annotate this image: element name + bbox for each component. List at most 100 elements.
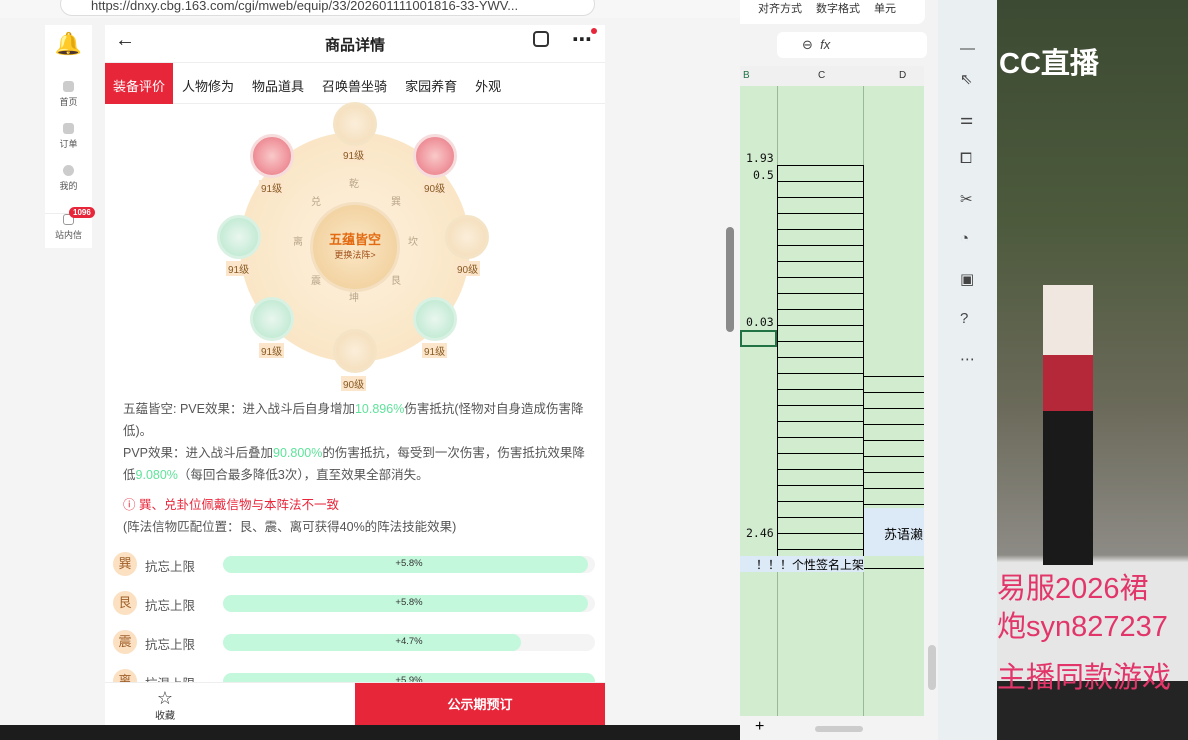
- nav-orders[interactable]: 订单: [45, 123, 92, 150]
- add-sheet-icon[interactable]: +: [755, 718, 764, 736]
- formula-bar[interactable]: ⊖ fx: [777, 32, 927, 58]
- desc-text: PVP效果：进入战斗后叠加: [123, 446, 274, 460]
- more-icon[interactable]: ⋯: [572, 27, 592, 52]
- share-icon[interactable]: [533, 31, 549, 47]
- favorite-label: 收藏: [155, 711, 175, 722]
- scrollbar-thumb[interactable]: [726, 227, 734, 332]
- ribbon: 对齐方式 数字格式 单元: [740, 0, 925, 24]
- formation-center-button[interactable]: 五蕴皆空 更换法阵>: [310, 202, 400, 292]
- logo-icon: 🔔: [54, 31, 83, 56]
- bonus-row: 震 抗忘上限 +4.7%: [113, 630, 595, 654]
- warning-message: 巽、兑卦位佩戴信物与本阵法不一致: [138, 498, 339, 512]
- preorder-button[interactable]: 公示期预订: [355, 683, 605, 725]
- book-icon[interactable]: ▣: [960, 270, 974, 288]
- banner-cell[interactable]: 个性签名上架！！！: [740, 556, 864, 572]
- sheet-grid[interactable]: 苏语濑 1.93 0.5 0.03 2.46 个性签名上架！！！: [740, 86, 924, 716]
- hscroll-thumb[interactable]: [815, 726, 863, 732]
- stream-logo: CC直播: [999, 48, 1099, 80]
- trigram: 艮: [391, 276, 401, 287]
- sheet-scrollbar[interactable]: [928, 90, 936, 690]
- scrollbar-thumb[interactable]: [928, 645, 936, 690]
- desc-value: 9.080%: [135, 468, 178, 482]
- overlay-text: 易服2026裙: [997, 573, 1149, 605]
- cell-value: 0.03: [746, 315, 774, 329]
- level-label: 91级: [341, 147, 367, 162]
- help-icon[interactable]: ?: [960, 310, 968, 327]
- tab-home[interactable]: 家园养育: [396, 63, 466, 104]
- change-formation-link[interactable]: 更换法阵>: [313, 248, 397, 261]
- user-icon: [63, 165, 74, 176]
- favorite-button[interactable]: ☆ 收藏: [140, 689, 190, 722]
- formation-name: 五蕴皆空: [328, 232, 381, 247]
- trigram: 离: [293, 237, 303, 248]
- selected-cell[interactable]: [740, 330, 777, 347]
- column-headers: B C D: [740, 66, 924, 86]
- tab-bar: 装备评价 人物修为 物品道具 召唤兽坐骑 家园养育 外观: [105, 63, 605, 104]
- side-toolbar: — ⇖ ⚌ ⧠ ✂ ◔ ▣ ? ⋯: [938, 0, 997, 740]
- slot-left[interactable]: [217, 215, 261, 259]
- slot-right[interactable]: [445, 215, 489, 259]
- slot-bottom-right[interactable]: [413, 297, 457, 341]
- trigram: 坤: [349, 293, 359, 304]
- slot-bottom[interactable]: [333, 329, 377, 373]
- address-bar[interactable]: https://dnxy.cbg.163.com/cgi/mweb/equip/…: [60, 0, 595, 16]
- warning-icon: ⓘ: [123, 498, 139, 512]
- col-header[interactable]: D: [899, 70, 906, 81]
- level-label: 91级: [259, 343, 285, 358]
- cell-text: 苏语濑: [884, 528, 924, 543]
- match-note: (阵法信物匹配位置：艮、震、离可获得40%的阵法技能效果): [123, 520, 457, 534]
- bonus-label: 抗忘上限: [145, 638, 196, 652]
- cell-value: 1.93: [746, 151, 774, 165]
- slot-top-right[interactable]: [413, 134, 457, 178]
- tab-equipment-rating[interactable]: 装备评价: [105, 63, 174, 104]
- desc-value: 10.896%: [354, 402, 405, 416]
- slider-icon[interactable]: ⚌: [960, 110, 973, 128]
- tab-appearance[interactable]: 外观: [466, 63, 510, 104]
- tools-icon[interactable]: ✂: [960, 190, 973, 208]
- col-header[interactable]: C: [818, 70, 825, 81]
- nav-mine[interactable]: 我的: [45, 165, 92, 192]
- minimize-icon[interactable]: —: [960, 40, 975, 57]
- tab-pets[interactable]: 召唤兽坐骑: [313, 63, 396, 104]
- ribbon-align[interactable]: 对齐方式: [758, 0, 802, 24]
- trigram: 乾: [349, 179, 359, 190]
- header: ← 商品详情 ⋯: [105, 25, 605, 63]
- trigram-badge: 艮: [113, 591, 137, 615]
- notification-dot: [591, 28, 597, 34]
- slot-top[interactable]: [333, 102, 377, 146]
- chart-icon[interactable]: ◔: [960, 230, 969, 247]
- tab-items[interactable]: 物品道具: [243, 63, 313, 104]
- nav-home[interactable]: 首页: [45, 81, 92, 108]
- level-label: 91级: [226, 261, 252, 276]
- cell-d[interactable]: 苏语濑: [864, 508, 924, 556]
- cell-text: 个性签名上架！！！: [755, 558, 864, 572]
- bonus-bar: +5.8%: [223, 556, 595, 573]
- page-title: 商品详情: [324, 37, 385, 54]
- level-label: 90级: [341, 376, 367, 391]
- more-icon[interactable]: ⋯: [960, 350, 975, 368]
- bonus-value: +5.8%: [395, 558, 423, 569]
- trigram: 震: [311, 276, 321, 287]
- tab-character[interactable]: 人物修为: [173, 63, 243, 104]
- overlay-text: 炮syn827237: [997, 611, 1168, 643]
- browser-window: https://dnxy.cbg.163.com/cgi/mweb/equip/…: [0, 0, 740, 740]
- slot-top-left[interactable]: [250, 134, 294, 178]
- slot-bottom-left[interactable]: [250, 297, 294, 341]
- ribbon-number-format[interactable]: 数字格式: [816, 0, 860, 24]
- desc-text: 五蕴皆空: PVE效果：进入战斗后自身增加: [123, 402, 355, 416]
- warning-text: ⓘ 巽、兑卦位佩戴信物与本阵法不一致: [123, 494, 339, 513]
- formation-description: 五蕴皆空: PVE效果：进入战斗后自身增加10.896%伤害抵抗(怪物对自身造成…: [123, 398, 593, 486]
- desc-text: （每回合最多降低3次），直至效果全部消失。: [177, 468, 429, 482]
- bonus-bar: +5.8%: [223, 595, 595, 612]
- trigram: 坎: [408, 237, 418, 248]
- nav-label: 订单: [59, 139, 78, 149]
- cursor-icon[interactable]: ⇖: [960, 70, 973, 88]
- col-header[interactable]: B: [743, 70, 750, 81]
- side-nav: 🔔 首页 订单 我的 站内信 1096: [45, 25, 95, 248]
- ribbon-cell[interactable]: 单元: [874, 0, 896, 24]
- trigram-badge: 巽: [113, 552, 137, 576]
- level-label: 90级: [422, 180, 448, 195]
- page-scrollbar[interactable]: [722, 22, 738, 725]
- crop-icon[interactable]: ⧠: [960, 150, 972, 167]
- level-label: 91级: [259, 180, 285, 195]
